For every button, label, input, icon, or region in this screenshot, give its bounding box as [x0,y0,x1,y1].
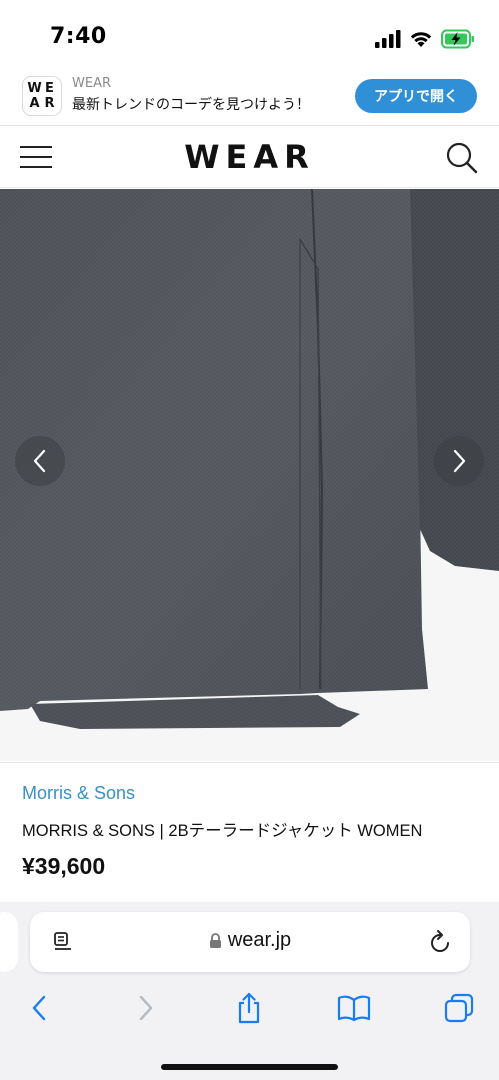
app-logo-letter: W [27,81,42,96]
product-image[interactable] [0,189,499,761]
carousel-prev-button[interactable] [15,436,65,486]
jacket-photo [0,189,499,761]
brand-link[interactable]: Morris & Sons [22,783,135,804]
reload-icon[interactable] [428,929,452,955]
chevron-right-icon [453,449,466,473]
bookmarks-button[interactable] [336,990,372,1026]
app-banner-tagline: 最新トレンドのコーデを見つけよう！ [72,97,310,113]
carousel-next-button[interactable] [434,436,484,486]
back-button[interactable] [21,990,57,1026]
forward-button[interactable] [128,990,164,1026]
previous-tab-preview[interactable] [0,912,18,972]
app-logo-icon[interactable]: W E A R [22,76,62,116]
open-in-app-button[interactable]: アプリで開く [355,79,477,113]
wifi-icon [410,32,432,47]
site-header: WEAR [0,126,499,188]
back-icon [32,995,46,1021]
chevron-left-icon [33,449,46,473]
status-time: 7:40 [50,24,107,49]
status-bar: 7:40 [0,0,499,72]
app-banner: W E A R WEAR 最新トレンドのコーデを見つけよう！ アプリで開く [0,72,499,126]
app-logo-letter: A [29,96,40,111]
cellular-signal-icon [375,30,401,48]
battery-charging-icon [441,29,474,49]
tabs-icon [444,993,474,1023]
share-button[interactable] [231,990,267,1026]
product-name: MORRIS & SONS | 2Bテーラードジャケット WOMEN [22,822,423,840]
site-logo[interactable]: WEAR [0,138,499,176]
product-price: ¥39,600 [22,853,106,879]
bookmarks-icon [337,995,371,1022]
app-logo-letter: R [44,96,55,111]
share-icon [238,992,260,1024]
product-info: Morris & Sons MORRIS & SONS | 2Bテーラードジャケ… [0,762,499,902]
app-logo-letter: E [45,81,54,96]
browser-toolbar [0,986,499,1032]
app-banner-name: WEAR [72,76,111,91]
browser-bottom-bar: wear.jp [0,902,499,1080]
forward-icon [139,995,153,1021]
address-bar[interactable]: wear.jp [30,912,470,972]
lock-icon [209,932,221,948]
home-indicator [161,1064,338,1070]
status-icons [375,28,475,50]
address-url: wear.jp [227,929,292,951]
tabs-button[interactable] [441,990,477,1026]
address-display[interactable]: wear.jp [30,929,470,952]
search-icon[interactable] [445,141,479,175]
